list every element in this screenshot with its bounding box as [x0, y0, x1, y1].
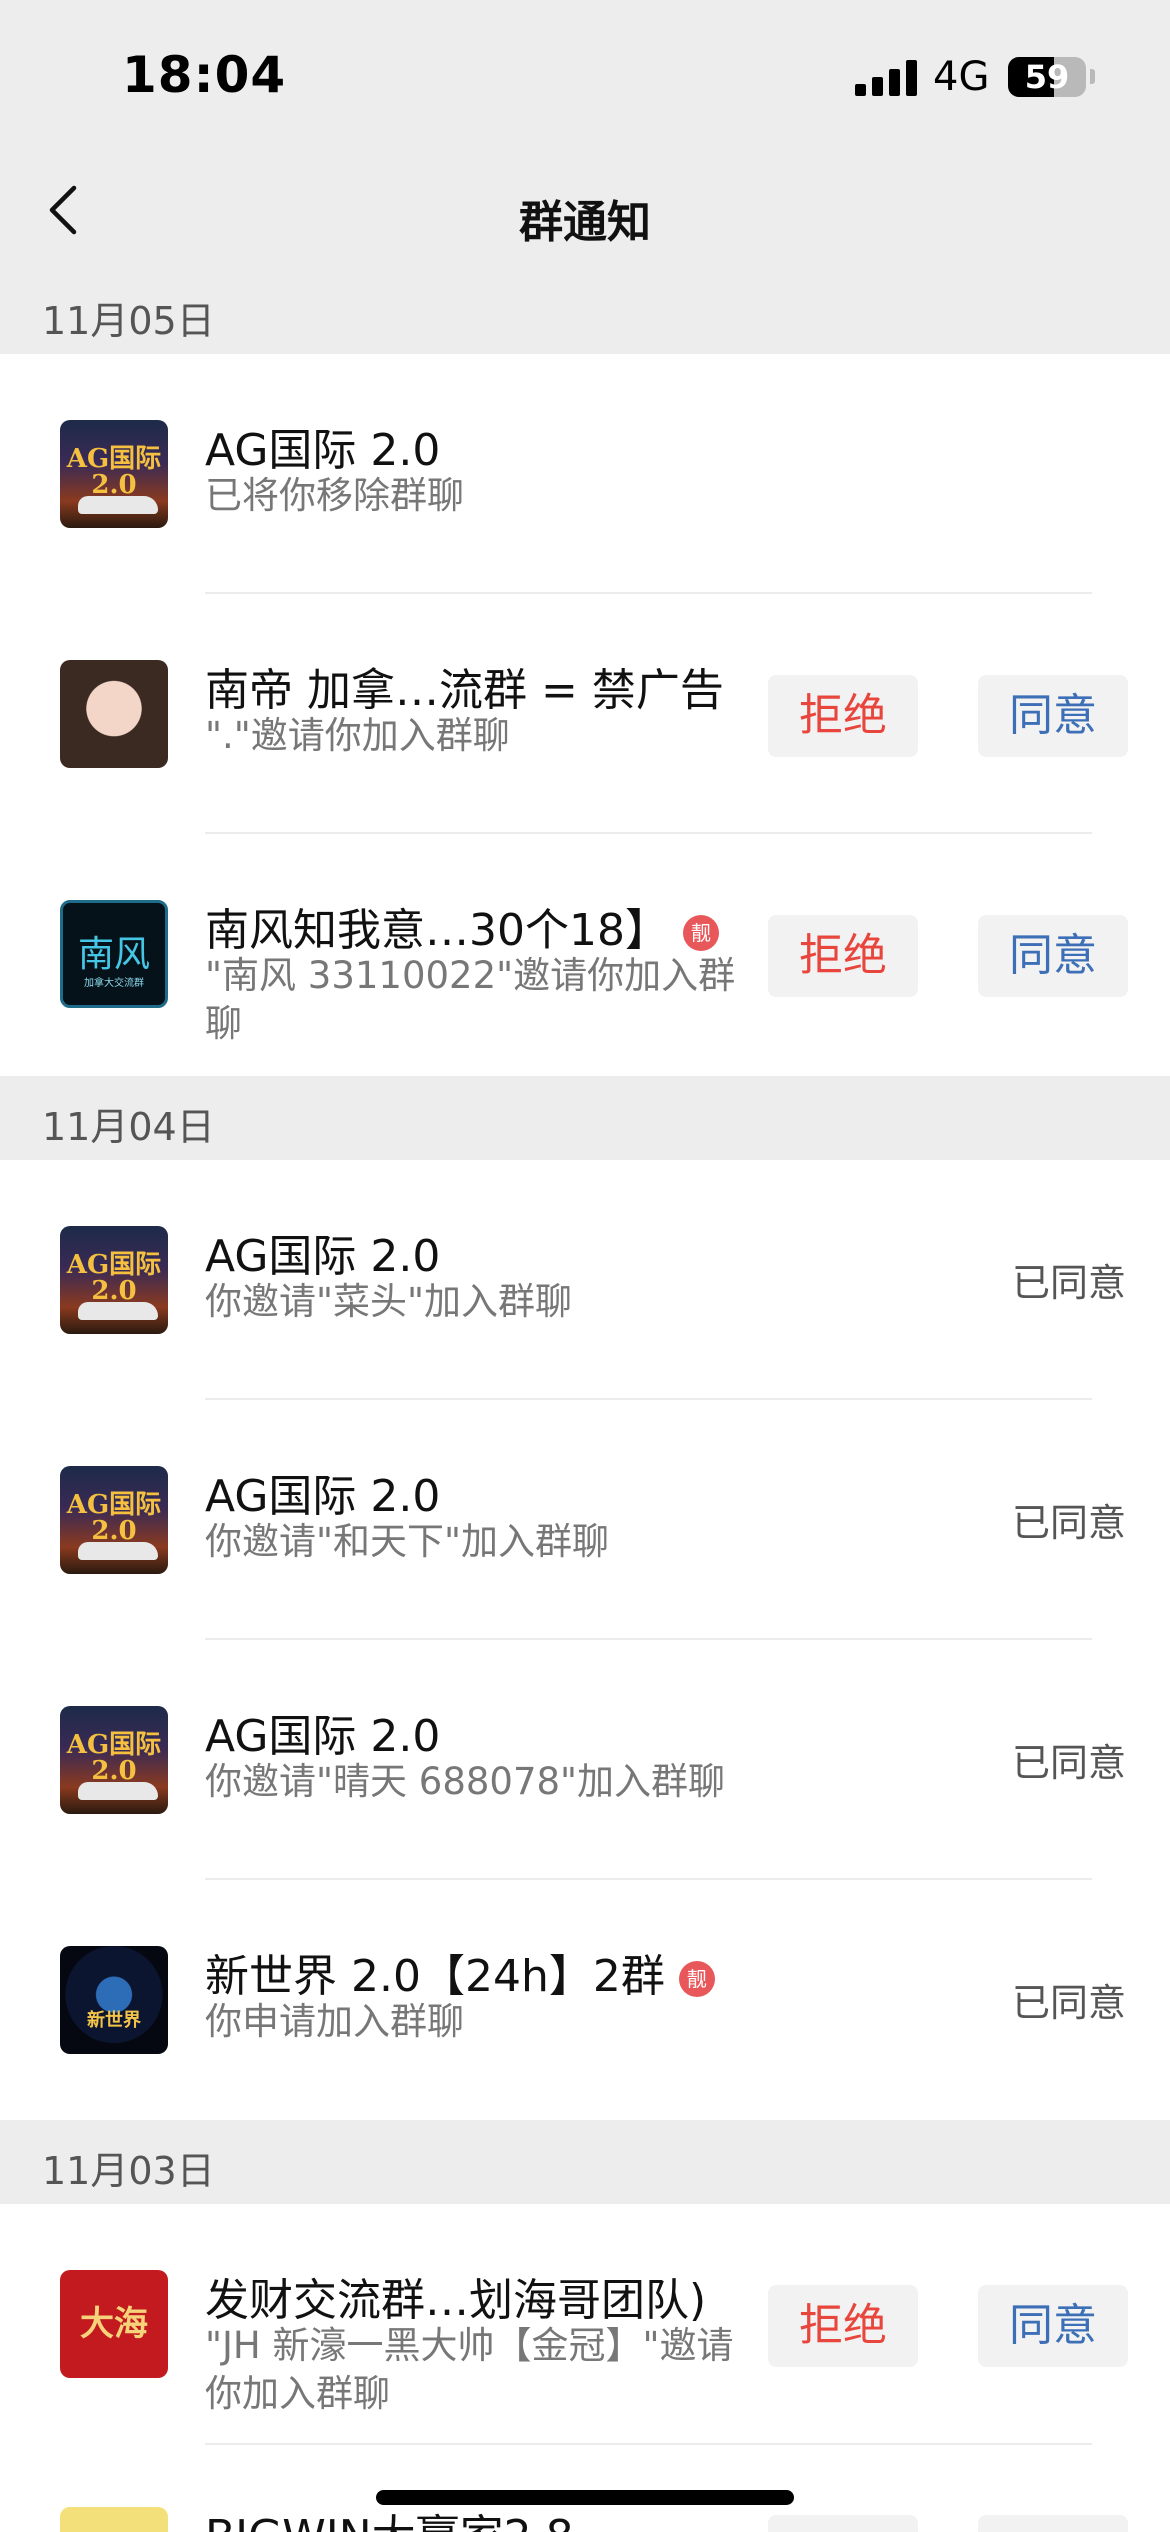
notification-text: 已将你移除群聊: [205, 474, 464, 517]
avatar-logo-text: 大海: [80, 2304, 148, 2344]
group-avatar: AG国际 2.0: [60, 1706, 168, 1814]
notification-text: 你邀请"和天下"加入群聊: [205, 1520, 610, 1563]
group-name-text: 新世界 2.0【24h】2群: [205, 1951, 665, 2002]
group-name: AG国际 2.0: [205, 1711, 441, 1762]
accepted-status: 已同意: [1011, 1501, 1126, 1545]
nav-bar: 群通知: [0, 150, 1170, 270]
reject-button[interactable]: [768, 2515, 918, 2532]
group-avatar: [60, 660, 168, 768]
home-indicator[interactable]: [376, 2490, 794, 2505]
date-header: 11月05日: [0, 270, 1170, 354]
avatar-car: [78, 1542, 158, 1560]
group-avatar: AG国际 2.0: [60, 420, 168, 528]
notification-row[interactable]: AG国际 2.0 AG国际 2.0 你邀请"晴天 688078"加入群聊 已同意: [0, 1640, 1170, 1880]
avatar-logo-text: AG国际 2.0: [66, 1730, 162, 1786]
group-name-text: 南风知我意…30个18】: [205, 905, 669, 956]
notification-text: 你邀请"菜头"加入群聊: [205, 1280, 573, 1323]
notification-row[interactable]: BIGWIN大赢家2.8: [0, 2445, 1170, 2532]
premium-badge-icon: 靓: [682, 915, 719, 951]
accept-button[interactable]: 同意: [978, 2285, 1128, 2367]
battery-level: 59: [1024, 58, 1070, 96]
group-name: AG国际 2.0: [205, 425, 441, 476]
accepted-status: 已同意: [1011, 1981, 1126, 2025]
notification-text: "南风 33110022"邀请你加入群聊: [205, 954, 736, 1045]
group-name: 新世界 2.0【24h】2群靓: [205, 1940, 715, 2004]
date-label: 11月05日: [42, 299, 215, 343]
accepted-status: 已同意: [1011, 1741, 1126, 1785]
notification-row[interactable]: 南帝 加拿…流群 = 禁广告 "."邀请你加入群聊 拒绝 同意: [0, 594, 1170, 834]
accepted-status: 已同意: [1011, 1261, 1126, 1305]
group-avatar: 大海: [60, 2270, 168, 2378]
avatar-logo-text: AG国际 2.0: [66, 1250, 162, 1306]
cellular-signal-icon: [855, 58, 917, 96]
notification-row[interactable]: 大海 发财交流群…划海哥团队) "JH 新濠一黑大帅【金冠】"邀请你加入群聊 拒…: [0, 2204, 1170, 2445]
date-header: 11月04日: [0, 1076, 1170, 1160]
notification-text: "JH 新濠一黑大帅【金冠】"邀请你加入群聊: [205, 2324, 734, 2415]
avatar-car: [78, 1782, 158, 1800]
accept-button[interactable]: [978, 2515, 1128, 2532]
accept-button[interactable]: 同意: [978, 675, 1128, 757]
network-type: 4G: [933, 54, 990, 100]
notification-text: 你邀请"晴天 688078"加入群聊: [205, 1760, 726, 1803]
avatar-car: [78, 496, 158, 514]
group-avatar: 新世界: [60, 1946, 168, 2054]
group-avatar: AG国际 2.0: [60, 1466, 168, 1574]
reject-button[interactable]: 拒绝: [768, 915, 918, 997]
group-name: 南风知我意…30个18】靓: [205, 894, 719, 958]
notification-row[interactable]: AG国际 2.0 AG国际 2.0 你邀请"菜头"加入群聊 已同意: [0, 1160, 1170, 1400]
status-bar: 18:04 4G 59: [0, 0, 1170, 150]
avatar-logo-text: AG国际 2.0: [66, 1490, 162, 1546]
avatar-logo-subtext: 加拿大交流群: [84, 978, 144, 989]
premium-badge-icon: 靓: [678, 1961, 715, 1997]
date-label: 11月03日: [42, 2149, 215, 2193]
group-name: AG国际 2.0: [205, 1231, 441, 1282]
group-name: AG国际 2.0: [205, 1471, 441, 1522]
reject-button[interactable]: 拒绝: [768, 2285, 918, 2367]
notification-text: "."邀请你加入群聊: [205, 714, 510, 757]
status-time: 18:04: [122, 46, 287, 104]
notification-row[interactable]: AG国际 2.0 AG国际 2.0 已将你移除群聊: [0, 354, 1170, 594]
battery-tip: [1090, 69, 1095, 84]
avatar-logo-text: AG国际 2.0: [66, 444, 162, 500]
notification-text: 你申请加入群聊: [205, 2000, 464, 2043]
avatar-car: [78, 1302, 158, 1320]
date-label: 11月04日: [42, 1105, 215, 1149]
page-title: 群通知: [519, 197, 651, 248]
notification-row[interactable]: 南风加拿大交流群 南风知我意…30个18】靓 "南风 33110022"邀请你加…: [0, 834, 1170, 1076]
group-name: 发财交流群…划海哥团队): [205, 2275, 707, 2326]
reject-button[interactable]: 拒绝: [768, 675, 918, 757]
date-header: 11月03日: [0, 2120, 1170, 2204]
notification-row[interactable]: 新世界 新世界 2.0【24h】2群靓 你申请加入群聊 已同意: [0, 1880, 1170, 2120]
group-avatar: AG国际 2.0: [60, 1226, 168, 1334]
group-avatar: 南风 加拿大交流群: [60, 900, 168, 1008]
accept-button[interactable]: 同意: [978, 915, 1128, 997]
avatar-logo-text: 南风: [77, 934, 150, 975]
group-avatar: [60, 2507, 168, 2532]
notification-row[interactable]: AG国际 2.0 AG国际 2.0 你邀请"和天下"加入群聊 已同意: [0, 1400, 1170, 1640]
avatar-logo-text: 新世界: [87, 2010, 141, 2031]
group-name: 南帝 加拿…流群 = 禁广告: [205, 665, 724, 716]
battery-icon: 59: [1008, 57, 1086, 97]
